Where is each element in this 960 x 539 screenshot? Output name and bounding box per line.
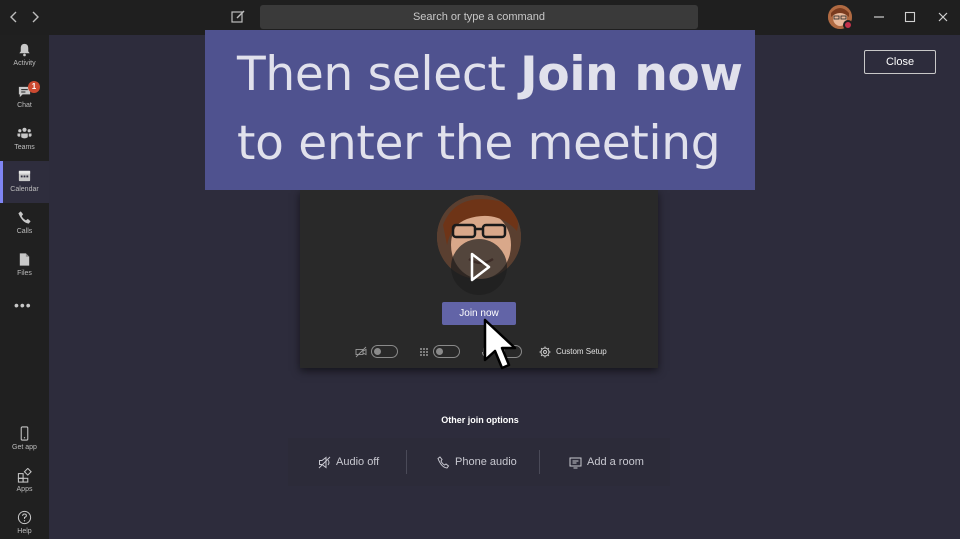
other-join-options-title: Other join options [441, 415, 519, 425]
teams-window: Search or type a command Activity 1 Chat… [0, 0, 960, 539]
join-preview-card: Join now Custom Setup [300, 190, 658, 368]
apps-icon [17, 468, 32, 483]
chevron-left-icon[interactable] [5, 8, 23, 26]
add-a-room-option[interactable]: Add a room [569, 451, 649, 473]
caption-line-1: Then select Join now [237, 47, 743, 102]
camera-off-icon [355, 346, 367, 358]
camera-toggle[interactable] [371, 345, 398, 358]
rail-item-get-app[interactable]: Get app [0, 419, 49, 461]
custom-setup-link[interactable]: Custom Setup [556, 345, 626, 358]
divider [539, 450, 540, 474]
caption-prefix: Then select [237, 47, 521, 102]
rail-label-teams: Teams [14, 144, 35, 151]
search-placeholder: Search or type a command [412, 11, 546, 23]
chat-unread-badge: 1 [28, 81, 40, 93]
rail-item-calls[interactable]: Calls [0, 203, 49, 245]
calendar-icon [18, 170, 31, 182]
play-icon[interactable] [451, 239, 507, 295]
teams-icon [17, 127, 32, 139]
rail-label-get-app: Get app [12, 444, 37, 451]
background-blur-icon [420, 348, 428, 356]
more-apps-icon[interactable]: ••• [14, 298, 34, 312]
file-icon [19, 253, 30, 266]
rail-item-files[interactable]: Files [0, 245, 49, 287]
divider [406, 450, 407, 474]
tutorial-caption: Then select Join now to enter the meetin… [205, 30, 755, 190]
app-rail: Activity 1 Chat Teams Calendar Calls Fil… [0, 35, 49, 539]
rail-label-apps: Apps [16, 486, 33, 493]
rail-item-chat[interactable]: 1 Chat [0, 77, 49, 119]
phone-audio-option[interactable]: Phone audio [437, 451, 523, 473]
compose-icon[interactable] [229, 8, 247, 26]
cast-icon [569, 457, 582, 469]
mobile-icon [20, 426, 29, 441]
rail-label-help: Help [17, 528, 32, 535]
phone-icon [437, 456, 450, 469]
rail-label-activity: Activity [13, 60, 36, 67]
phone-audio-label: Phone audio [455, 456, 517, 468]
maximize-icon[interactable] [902, 9, 918, 25]
rail-item-activity[interactable]: Activity [0, 35, 49, 77]
rail-label-calls: Calls [16, 228, 33, 235]
chevron-right-icon[interactable] [26, 8, 44, 26]
mouse-cursor-icon [483, 318, 517, 370]
audio-off-option[interactable]: Audio off [318, 451, 390, 473]
speaker-off-icon [318, 456, 331, 469]
rail-item-calendar[interactable]: Calendar [0, 161, 49, 203]
minimize-icon[interactable] [871, 9, 887, 25]
rail-item-apps[interactable]: Apps [0, 461, 49, 503]
presence-busy-icon [843, 20, 853, 30]
window-close-icon[interactable] [935, 9, 951, 25]
close-button[interactable]: Close [864, 50, 936, 74]
rail-label-chat: Chat [17, 102, 32, 109]
background-blur-toggle[interactable] [433, 345, 460, 358]
rail-label-calendar: Calendar [10, 186, 39, 193]
rail-item-help[interactable]: Help [0, 503, 49, 539]
rail-item-teams[interactable]: Teams [0, 119, 49, 161]
other-join-options: Audio off Phone audio Add a room [288, 438, 670, 486]
add-a-room-label: Add a room [587, 456, 644, 468]
phone-icon [18, 211, 31, 224]
help-icon [17, 510, 32, 525]
bell-icon [19, 43, 30, 57]
rail-label-files: Files [17, 270, 32, 277]
audio-off-label: Audio off [336, 456, 380, 468]
caption-highlight: Join now [520, 47, 743, 102]
search-input[interactable]: Search or type a command [260, 5, 698, 29]
caption-line-2: to enter the meeting [237, 116, 721, 171]
gear-icon [539, 346, 551, 358]
